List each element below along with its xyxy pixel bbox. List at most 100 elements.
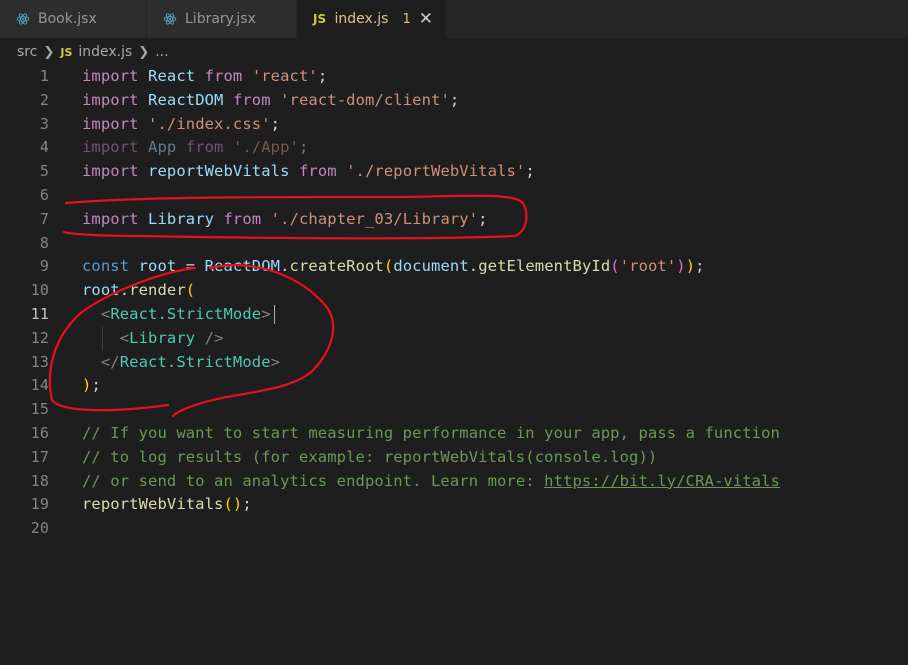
line-number: 12 [30, 328, 49, 347]
code-token: ; [317, 67, 328, 85]
line-number: 4 [39, 138, 49, 157]
code-token: ( [223, 495, 233, 514]
line-number: 18 [30, 471, 49, 490]
close-icon[interactable]: ✕ [419, 10, 433, 28]
code-token: document [393, 257, 469, 276]
code-token: import [82, 162, 139, 181]
code-token: . [280, 257, 290, 276]
code-line[interactable]: 15 [0, 398, 908, 422]
code-line[interactable]: 10 root.render( [0, 279, 908, 303]
code-text: import Library from './chapter_03/Librar… [82, 208, 488, 232]
react-icon [163, 12, 179, 26]
line-number: 19 [30, 495, 49, 514]
code-line[interactable]: 5 import reportWebVitals from './reportWe… [0, 160, 908, 184]
code-line[interactable]: 1 import React from 'react'; [0, 65, 908, 89]
code-token: ; [478, 209, 488, 228]
tab-library-jsx[interactable]: Library.jsx [147, 0, 297, 38]
code-token: ReactDOM [148, 90, 224, 109]
line-number: 2 [39, 90, 49, 109]
code-token: from [232, 90, 271, 109]
code-token: from [204, 67, 243, 85]
line-number: 14 [30, 376, 49, 395]
code-token: getElementById [478, 257, 611, 276]
code-line[interactable]: 7 import Library from './chapter_03/Libra… [0, 208, 908, 232]
code-line[interactable]: 13 </React.StrictMode> [0, 351, 908, 375]
code-token: 'react' [251, 67, 318, 85]
code-text: root.render( [82, 279, 195, 303]
code-line[interactable]: 16 // If you want to start measuring perf… [0, 422, 908, 446]
code-token: root [138, 257, 177, 276]
code-line[interactable]: 12 <Library /> [0, 326, 908, 351]
code-text: import React from 'react'; [82, 65, 327, 89]
code-token: . [468, 257, 479, 276]
code-token: </ [100, 352, 120, 371]
code-token: import [82, 114, 139, 133]
code-token: Library [129, 328, 196, 347]
line-number: 17 [30, 447, 49, 466]
code-line[interactable]: 2 import ReactDOM from 'react-dom/client'… [0, 89, 908, 113]
code-line[interactable]: 14); [0, 374, 908, 398]
code-line[interactable]: 11 <React.StrictMode> [0, 303, 908, 327]
code-token: ( [383, 257, 394, 276]
code-token: < [100, 304, 111, 323]
line-number: 20 [30, 519, 49, 538]
tab-book-jsx[interactable]: Book.jsx [0, 0, 147, 38]
line-number: 13 [30, 352, 49, 371]
code-line[interactable]: 17 // to log results (for example: report… [0, 446, 908, 470]
tab-label: Book.jsx [38, 11, 97, 27]
line-number: 16 [30, 423, 49, 442]
js-icon: JS [60, 45, 73, 59]
code-line[interactable]: 4 import App from './App'; [0, 136, 908, 160]
code-token: root [82, 281, 120, 300]
code-line[interactable]: 9 const root = ReactDOM.createRoot(docume… [0, 255, 908, 279]
code-token: import [82, 209, 139, 228]
code-token: // to log results (for example: reportWe… [82, 447, 658, 466]
code-token: from [298, 162, 337, 181]
code-token: './reportWebVitals' [346, 162, 526, 181]
tab-label: index.js [334, 11, 389, 27]
code-line[interactable]: 20 [0, 517, 908, 541]
code-token: render [129, 281, 186, 300]
code-line[interactable]: 8 [0, 232, 908, 256]
code-token: ; [242, 495, 252, 514]
code-token: './index.css' [148, 114, 271, 133]
line-number: 11 [30, 304, 49, 323]
code-line[interactable]: 18 // or send to an analytics endpoint. L… [0, 470, 908, 494]
code-text: // to log results (for example: reportWe… [82, 446, 657, 470]
code-token: createRoot [289, 257, 384, 276]
code-token: /> [195, 328, 224, 347]
code-token: ) [676, 257, 686, 276]
code-line[interactable]: 19 reportWebVitals(); [0, 493, 908, 517]
code-token: > [261, 304, 271, 323]
breadcrumb-symbols[interactable]: ... [155, 44, 168, 60]
code-token: ( [185, 281, 196, 300]
editor-tab-bar: Book.jsx Library.jsx JS index.js 1 ✕ [0, 0, 908, 38]
code-line[interactable]: 3 import './index.css'; [0, 113, 908, 137]
code-token: ) [232, 495, 243, 514]
code-token: ; [525, 162, 535, 181]
tab-index-js[interactable]: JS index.js 1 ✕ [297, 0, 446, 38]
code-token: ) [685, 257, 696, 276]
breadcrumb-file[interactable]: index.js [78, 44, 132, 60]
code-token: const [82, 257, 130, 276]
code-text: </React.StrictMode> [82, 351, 280, 375]
code-editor[interactable]: 1 import React from 'react'; 2 import React… [0, 65, 908, 541]
line-number: 9 [39, 257, 49, 276]
code-token: ; [449, 90, 460, 109]
code-token: < [119, 328, 130, 347]
code-line[interactable]: 6 [0, 184, 908, 208]
breadcrumb-folder[interactable]: src [17, 44, 37, 60]
tab-label: Library.jsx [185, 11, 256, 27]
code-token: // If you want to start measuring perfor… [82, 423, 780, 442]
